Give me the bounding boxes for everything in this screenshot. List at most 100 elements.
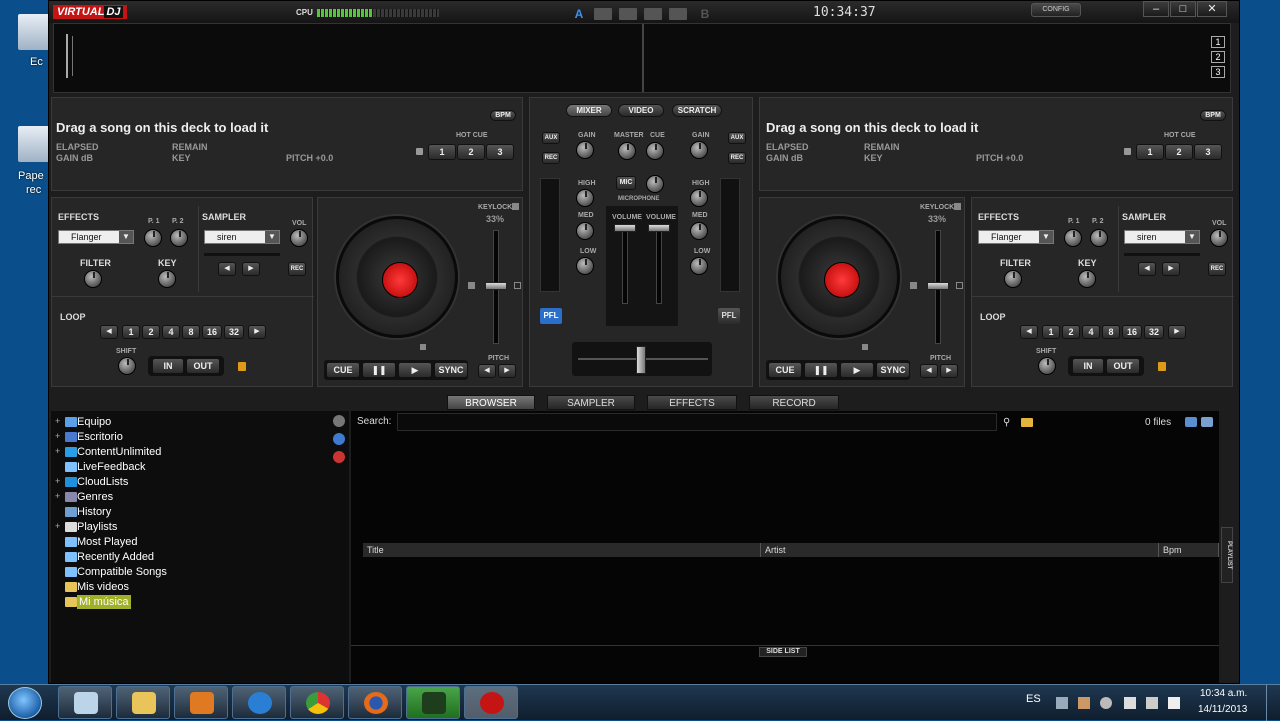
tab-scratch[interactable]: SCRATCH (672, 104, 722, 117)
tree-expand-icon[interactable]: + (55, 446, 60, 456)
jog-wheel[interactable] (778, 216, 900, 338)
taskbar-date[interactable]: 14/11/2013 (1198, 704, 1247, 715)
sampler-next-button[interactable]: ▶ (242, 262, 260, 276)
lock-icon[interactable] (512, 203, 519, 210)
pause-button[interactable]: ❚❚ (804, 362, 838, 378)
pfl-button-right[interactable]: PFL (718, 308, 740, 324)
lock-icon[interactable] (420, 344, 426, 350)
deck-b-indicator[interactable]: B (697, 7, 713, 21)
filter-knob[interactable] (84, 270, 102, 288)
config-button[interactable]: CONFIG (1031, 3, 1081, 17)
lock-icon[interactable] (1158, 362, 1166, 371)
pitch-down-button[interactable]: ◀ (920, 364, 938, 378)
flag-icon[interactable] (1124, 697, 1136, 709)
lock-icon[interactable] (238, 362, 246, 371)
loop-back-button[interactable]: ◀ (100, 325, 118, 339)
pfl-button-left[interactable]: PFL (540, 308, 562, 324)
tree-item[interactable]: Most Played (77, 535, 138, 549)
shift-knob[interactable] (118, 357, 136, 375)
master-knob[interactable] (618, 142, 636, 160)
tree-item[interactable]: Mi música (77, 595, 131, 609)
loop-16[interactable]: 16 (202, 325, 222, 339)
tab-mixer[interactable]: MIXER (566, 104, 612, 117)
taskbar-time[interactable]: 10:34 a.m. (1200, 688, 1247, 699)
taskbar-media-player[interactable] (174, 686, 228, 719)
effect-p1-knob[interactable] (144, 229, 162, 247)
tray-icon[interactable] (1078, 697, 1090, 709)
sampler-prev-button[interactable]: ◀ (1138, 262, 1156, 276)
deck-a-indicator[interactable]: A (571, 7, 587, 21)
tree-item[interactable]: Mis videos (77, 580, 129, 594)
effect-p2-knob[interactable] (1090, 229, 1108, 247)
sideview-toggle-icon[interactable] (1201, 417, 1213, 427)
lock-icon[interactable] (862, 344, 868, 350)
search-icon[interactable]: ⚲ (1003, 417, 1015, 428)
maximize-button[interactable]: □ (1170, 1, 1196, 17)
tree-item[interactable]: CloudLists (77, 475, 128, 489)
taskbar-firefox[interactable] (348, 686, 402, 719)
loop-32[interactable]: 32 (1144, 325, 1164, 339)
taskbar-ie[interactable] (232, 686, 286, 719)
lock-icon[interactable] (954, 203, 961, 210)
tab-sampler[interactable]: SAMPLER (547, 395, 635, 410)
sync-button[interactable]: SYNC (876, 362, 910, 378)
tree-item[interactable]: History (77, 505, 111, 519)
column-title[interactable]: Title (363, 543, 761, 557)
pitch-up-button[interactable]: ▶ (940, 364, 958, 378)
loop-2[interactable]: 2 (142, 325, 160, 339)
loop-out-button[interactable]: OUT (1106, 358, 1140, 374)
bpm-button[interactable]: BPM (1200, 110, 1226, 121)
aux-button-left[interactable]: AUX (542, 132, 560, 144)
tab-browser[interactable]: BROWSER (447, 395, 535, 410)
sampler-rec-button[interactable]: REC (288, 262, 306, 276)
volume-fader-right[interactable] (656, 226, 662, 304)
loop-8[interactable]: 8 (182, 325, 200, 339)
show-desktop-button[interactable] (1266, 685, 1280, 721)
effect-select[interactable]: Flanger ▼ (978, 230, 1054, 244)
pause-button[interactable]: ❚❚ (362, 362, 396, 378)
column-artist[interactable]: Artist (761, 543, 1159, 557)
side-list-button[interactable]: SIDE LIST (759, 647, 807, 657)
aux-button-right[interactable]: AUX (728, 132, 746, 144)
start-button[interactable] (8, 687, 42, 719)
filter-knob[interactable] (1004, 270, 1022, 288)
lock-icon[interactable] (1124, 148, 1131, 155)
high-knob-right[interactable] (690, 189, 708, 207)
search-input[interactable] (397, 413, 997, 431)
tab-record[interactable]: RECORD (749, 395, 839, 410)
tree-item[interactable]: Escritorio (77, 430, 123, 444)
minimize-button[interactable]: – (1143, 1, 1169, 17)
key-knob[interactable] (158, 270, 176, 288)
volume-fader-cap-left[interactable] (614, 224, 636, 232)
hot-cue-2[interactable]: 2 (457, 144, 485, 160)
add-filter-icon[interactable] (333, 433, 345, 445)
language-indicator[interactable]: ES (1026, 693, 1041, 705)
recycle-bin-icon[interactable] (18, 126, 50, 162)
effect-p1-knob[interactable] (1064, 229, 1082, 247)
pitch-reset-icon[interactable] (514, 282, 521, 289)
taskbar-notepad[interactable] (58, 686, 112, 719)
loop-32[interactable]: 32 (224, 325, 244, 339)
volume-fader-left[interactable] (622, 226, 628, 304)
waveform-display[interactable]: 1 2 3 (53, 23, 1231, 93)
tree-expand-icon[interactable]: + (55, 521, 60, 531)
loop-1[interactable]: 1 (1042, 325, 1060, 339)
loop-2[interactable]: 2 (1062, 325, 1080, 339)
loop-forward-button[interactable]: ▶ (1168, 325, 1186, 339)
loop-4[interactable]: 4 (162, 325, 180, 339)
volume-icon[interactable] (1168, 697, 1180, 709)
view-options-icon[interactable] (1185, 417, 1197, 427)
loop-8[interactable]: 8 (1102, 325, 1120, 339)
loop-forward-button[interactable]: ▶ (248, 325, 266, 339)
close-button[interactable]: ✕ (1197, 1, 1227, 17)
play-button[interactable]: ▶ (398, 362, 432, 378)
layout-slot[interactable] (594, 8, 612, 20)
column-bpm[interactable]: Bpm (1159, 543, 1219, 557)
layout-slot[interactable] (669, 8, 687, 20)
playlist-side-tab[interactable]: PLAYLIST (1221, 527, 1233, 583)
pitch-reset-icon[interactable] (956, 282, 963, 289)
sampler-vol-knob[interactable] (1210, 229, 1228, 247)
cue-button[interactable]: CUE (768, 362, 802, 378)
deck-number-2[interactable]: 2 (1211, 51, 1225, 63)
sampler-select[interactable]: siren ▼ (1124, 230, 1200, 244)
